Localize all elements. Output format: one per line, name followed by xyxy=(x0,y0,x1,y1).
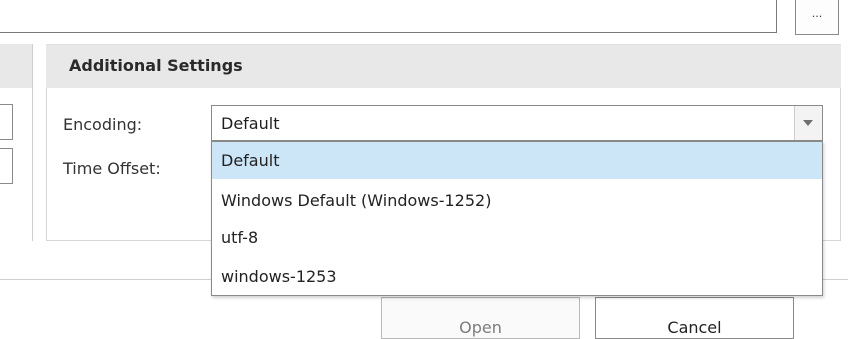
time-offset-label: Time Offset: xyxy=(63,159,161,178)
left-panel-header xyxy=(0,44,32,88)
encoding-selected-value: Default xyxy=(221,114,280,133)
file-path-input[interactable] xyxy=(0,0,777,33)
browse-button[interactable]: ... xyxy=(795,0,839,35)
encoding-option-utf-8[interactable]: utf-8 xyxy=(212,219,822,256)
encoding-select[interactable] xyxy=(211,105,823,141)
open-button[interactable]: Open xyxy=(381,297,580,339)
left-panel-input[interactable] xyxy=(0,148,13,184)
left-panel xyxy=(0,44,33,241)
left-panel-input[interactable] xyxy=(0,104,13,140)
encoding-option-windows-1252[interactable]: Windows Default (Windows-1252) xyxy=(212,182,822,219)
encoding-dropdown-list: Default Windows Default (Windows-1252) u… xyxy=(211,141,823,296)
encoding-label: Encoding: xyxy=(63,115,143,134)
chevron-down-icon xyxy=(803,120,813,126)
cancel-button[interactable]: Cancel xyxy=(595,297,794,339)
additional-settings-title: Additional Settings xyxy=(69,56,243,75)
encoding-option-windows-1253[interactable]: windows-1253 xyxy=(212,258,822,295)
encoding-option-default[interactable]: Default xyxy=(212,142,822,179)
